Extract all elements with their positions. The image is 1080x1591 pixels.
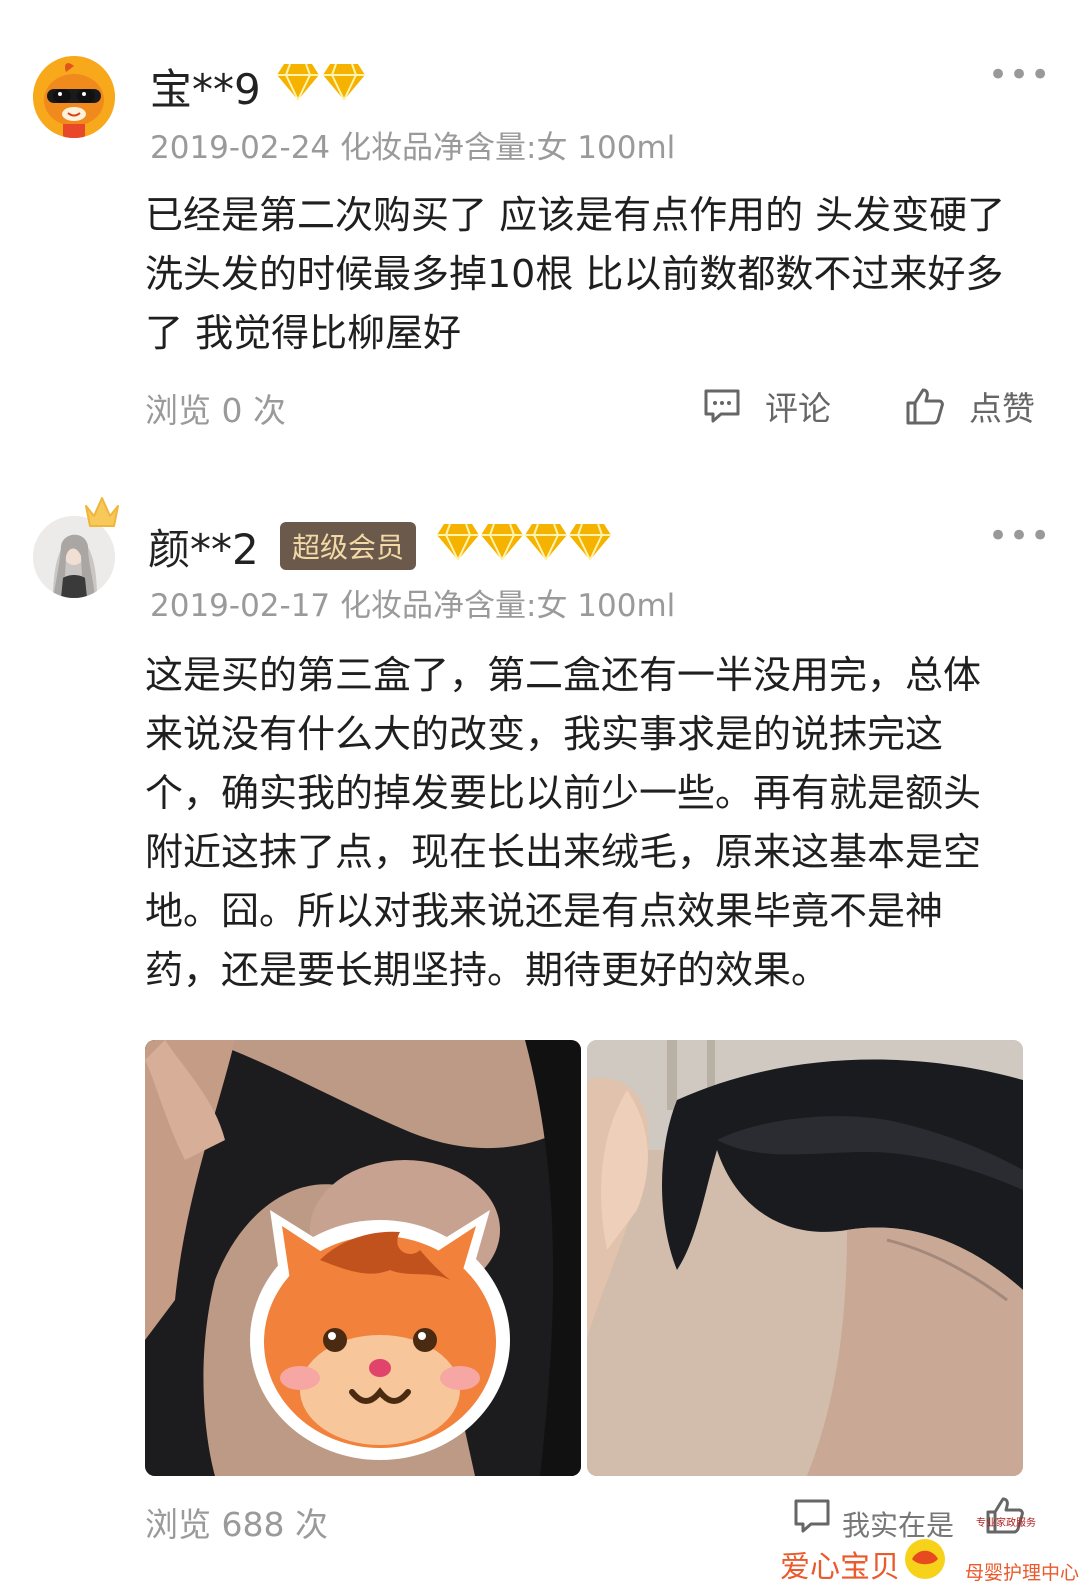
like-button[interactable]: 点赞 xyxy=(905,382,1035,430)
review-photo-face-image xyxy=(145,1040,581,1476)
review-photo[interactable] xyxy=(587,1040,1023,1476)
avatar[interactable] xyxy=(33,56,115,138)
thumbs-up-icon xyxy=(906,388,944,425)
crown-icon xyxy=(85,497,119,527)
diamond-icon xyxy=(569,523,611,561)
diamond-icon xyxy=(481,523,523,561)
member-level-diamonds xyxy=(276,62,366,102)
review-text: 已经是第二次购买了 应该是有点作用的 头发变硬了 洗头发的时候最多掉10根 比以… xyxy=(145,193,1006,355)
view-count: 浏览 0 次 xyxy=(145,391,286,430)
like-label: 点赞 xyxy=(969,389,1035,428)
diamond-icon xyxy=(323,63,365,101)
comment-icon xyxy=(704,389,740,423)
diamond-icon xyxy=(525,523,567,561)
review-photo-hairline-image xyxy=(587,1040,1023,1476)
super-member-badge: 超级会员 xyxy=(280,522,417,570)
review-date-spec: 2019-02-24 化妆品净含量:女 100ml xyxy=(150,130,676,166)
more-options-icon[interactable]: ••• xyxy=(988,516,1051,556)
watermark-brand: 爱心宝贝 xyxy=(780,1550,900,1585)
review-text: 这是买的第三盒了，第二盒还有一半没用完，总体来说没有什么大的改变，我实事求是的说… xyxy=(145,653,982,992)
review-photo[interactable] xyxy=(145,1040,581,1476)
watermark-tiny-text: 专业家政服务 xyxy=(976,1518,1036,1529)
watermark: 我实在是 专业家政服务 爱心宝贝 母婴护理中心 xyxy=(780,1500,1080,1591)
watermark-logo-icon xyxy=(905,1539,945,1579)
diamond-icon xyxy=(437,523,479,561)
review-date-spec: 2019-02-17 化妆品净含量:女 100ml xyxy=(150,588,676,624)
comment-button[interactable]: 评论 xyxy=(703,382,831,430)
member-level-diamonds xyxy=(436,522,612,562)
view-count: 浏览 688 次 xyxy=(145,1505,328,1544)
review-card: 宝**9 ••• 2019-02-24 化妆品净含量:女 100ml 已经是第二… xyxy=(0,0,1080,470)
fox-mascot-icon xyxy=(33,56,115,138)
comment-label: 评论 xyxy=(765,389,831,428)
more-options-icon[interactable]: ••• xyxy=(988,55,1051,95)
watermark-subtext: 母婴护理中心 xyxy=(965,1562,1080,1584)
diamond-icon xyxy=(277,63,319,101)
username[interactable]: 颜**2 xyxy=(148,516,259,577)
review-card: 颜**2 超级会员 ••• 2019-02-17 化妆品净含量:女 100ml … xyxy=(0,480,1080,1591)
username[interactable]: 宝**9 xyxy=(150,56,261,117)
